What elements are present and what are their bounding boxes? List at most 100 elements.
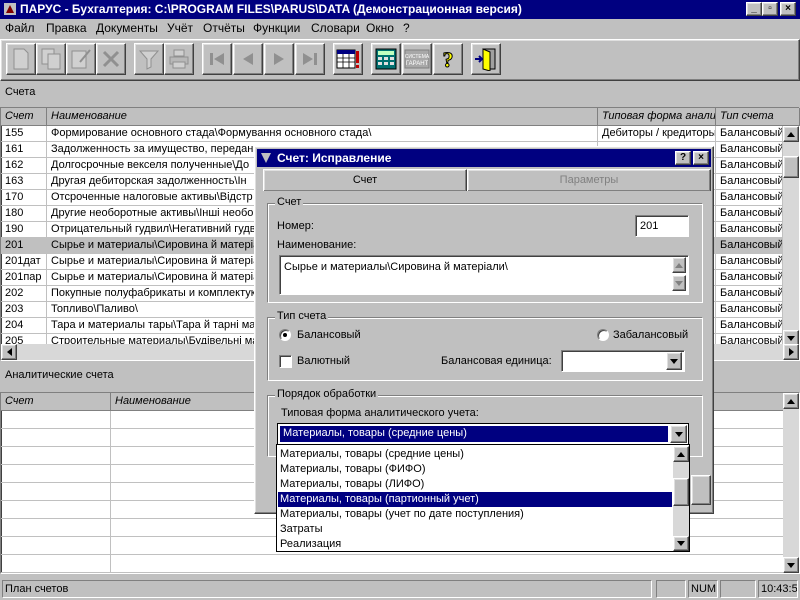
analytic-code-cell[interactable] xyxy=(1,483,111,501)
vertical-scroll-thumb[interactable] xyxy=(783,156,799,178)
account-code-cell[interactable]: 190 xyxy=(1,222,47,238)
scroll-left-button[interactable] xyxy=(1,344,17,360)
print-button[interactable] xyxy=(164,43,194,75)
account-code-cell[interactable]: 163 xyxy=(1,174,47,190)
name-scroll-up-button[interactable] xyxy=(672,257,686,273)
calculator-button[interactable] xyxy=(371,43,401,75)
account-type-cell[interactable]: Балансовый xyxy=(716,302,783,318)
account-code-cell[interactable]: 170 xyxy=(1,190,47,206)
dropdown-option[interactable]: Материалы, товары (средние цены) xyxy=(278,447,672,462)
account-code-cell[interactable]: 161 xyxy=(1,142,47,158)
last-record-button[interactable] xyxy=(295,43,325,75)
col-header-form[interactable]: Типовая форма анали xyxy=(598,108,716,126)
maximize-button[interactable]: ▫ xyxy=(762,2,778,16)
dialog-title-bar[interactable]: Счет: Исправление ? × xyxy=(257,149,711,167)
copy-button[interactable] xyxy=(36,43,66,75)
form-dropdown-list[interactable]: Материалы, товары (средние цены) Материал… xyxy=(276,444,690,552)
scroll-right-button[interactable] xyxy=(783,344,799,360)
dialog-action-button[interactable] xyxy=(691,475,711,505)
edit-button[interactable] xyxy=(66,43,96,75)
account-code-cell[interactable]: 201дат xyxy=(1,254,47,270)
table-row[interactable]: 155 Формирование основного стада\Формуван… xyxy=(1,126,785,142)
consultant-button[interactable]: СИСТЕМА ГАРАНТ xyxy=(402,43,432,75)
account-type-cell[interactable]: Балансовый xyxy=(716,190,783,206)
analytic-code-cell[interactable] xyxy=(1,555,111,573)
account-code-cell[interactable]: 155 xyxy=(1,126,47,142)
tab-parameters[interactable]: Параметры xyxy=(467,169,711,191)
exit-button[interactable] xyxy=(471,43,501,75)
number-input[interactable]: 201 xyxy=(635,215,689,237)
dropdown-option[interactable]: Затраты xyxy=(278,522,672,537)
next-record-button[interactable] xyxy=(264,43,294,75)
window-title-bar[interactable]: ПАРУС - Бухгалтерия: C:\PROGRAM FILES\PA… xyxy=(0,0,800,19)
analytic-code-cell[interactable] xyxy=(1,519,111,537)
analytic-col-header-account[interactable]: Счет xyxy=(1,393,111,411)
balance-radio[interactable] xyxy=(279,329,291,341)
col-header-name[interactable]: Наименование xyxy=(47,108,598,126)
col-header-account[interactable]: Счет xyxy=(1,108,47,126)
dropdown-option[interactable]: Материалы, товары (ЛИФО) xyxy=(278,477,672,492)
menu-reports[interactable]: Отчёты xyxy=(203,21,245,35)
parus-app-icon[interactable] xyxy=(3,2,17,16)
menu-help[interactable]: ? xyxy=(403,21,410,35)
dialog-close-button[interactable]: × xyxy=(693,151,709,165)
scroll-up-button[interactable] xyxy=(783,126,799,142)
balance-radio-label[interactable]: Балансовый xyxy=(297,329,361,341)
account-type-cell[interactable]: Балансовый xyxy=(716,174,783,190)
menu-documents[interactable]: Документы xyxy=(96,21,158,35)
close-button[interactable]: × xyxy=(780,2,796,16)
minimize-button[interactable]: _ xyxy=(746,2,762,16)
account-type-cell[interactable]: Балансовый xyxy=(716,238,783,254)
account-type-cell[interactable]: Балансовый xyxy=(716,222,783,238)
analytic-code-cell[interactable] xyxy=(1,447,111,465)
account-type-cell[interactable]: Балансовый xyxy=(716,318,783,334)
filter-button[interactable] xyxy=(134,43,164,75)
account-type-cell[interactable]: Балансовый xyxy=(716,142,783,158)
help-button[interactable]: ? xyxy=(433,43,463,75)
account-type-cell[interactable]: Балансовый xyxy=(716,286,783,302)
form-select[interactable]: Материалы, товары (средние цены) xyxy=(277,423,689,445)
account-type-cell[interactable]: Балансовый xyxy=(716,158,783,174)
balance-unit-select[interactable] xyxy=(561,350,685,372)
name-textarea[interactable]: Сырье и материалы\Сировина й матеріали\ xyxy=(279,255,689,295)
offbalance-radio[interactable] xyxy=(597,329,609,341)
menu-file[interactable]: Файл xyxy=(5,21,35,35)
dialog-help-button[interactable]: ? xyxy=(675,151,691,165)
account-form-cell[interactable]: Дебиторы / кредиторы xyxy=(598,126,716,142)
analytic-code-cell[interactable] xyxy=(1,429,111,447)
account-code-cell[interactable]: 204 xyxy=(1,318,47,334)
menu-accounting[interactable]: Учёт xyxy=(167,21,193,35)
menu-dictionaries[interactable]: Словари xyxy=(311,21,360,35)
dropdown-option[interactable]: Материалы, товары (учет по дате поступле… xyxy=(278,507,672,522)
analytic-scroll-down-button[interactable] xyxy=(783,557,799,573)
analytic-scroll-up-button[interactable] xyxy=(783,393,799,409)
account-code-cell[interactable]: 203 xyxy=(1,302,47,318)
name-scroll-down-button[interactable] xyxy=(672,275,686,291)
analytic-code-cell[interactable] xyxy=(1,501,111,519)
account-name-cell[interactable]: Формирование основного стада\Формування … xyxy=(47,126,598,142)
account-code-cell[interactable]: 201 xyxy=(1,238,47,254)
analytic-code-cell[interactable] xyxy=(1,411,111,429)
prev-record-button[interactable] xyxy=(233,43,263,75)
dropdown-scroll-up-button[interactable] xyxy=(673,446,689,462)
dropdown-option[interactable]: Реализация xyxy=(278,537,672,552)
account-code-cell[interactable]: 202 xyxy=(1,286,47,302)
analytic-code-cell[interactable] xyxy=(1,465,111,483)
form-dropdown-button[interactable] xyxy=(670,425,687,443)
first-record-button[interactable] xyxy=(202,43,232,75)
table-button[interactable] xyxy=(333,43,363,75)
currency-checkbox[interactable] xyxy=(279,355,292,368)
currency-checkbox-label[interactable]: Валютный xyxy=(297,355,350,367)
menu-functions[interactable]: Функции xyxy=(253,21,300,35)
dropdown-scroll-thumb[interactable] xyxy=(673,478,689,506)
analytic-vertical-scroll-track[interactable] xyxy=(783,409,799,557)
balance-unit-dropdown-button[interactable] xyxy=(666,352,682,370)
delete-button[interactable] xyxy=(96,43,126,75)
menu-window[interactable]: Окно xyxy=(366,21,394,35)
account-type-cell[interactable]: Балансовый xyxy=(716,270,783,286)
account-code-cell[interactable]: 201пар xyxy=(1,270,47,286)
new-doc-button[interactable] xyxy=(6,43,36,75)
account-type-cell[interactable]: Балансовый xyxy=(716,254,783,270)
menu-edit[interactable]: Правка xyxy=(46,21,87,35)
dropdown-option[interactable]: Материалы, товары (партионный учет) xyxy=(278,492,672,507)
